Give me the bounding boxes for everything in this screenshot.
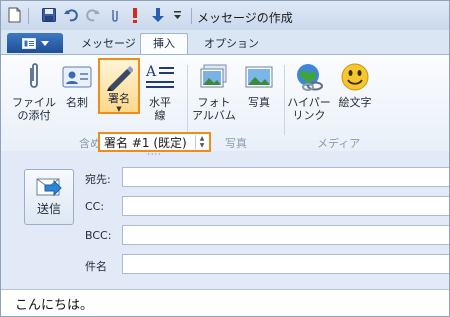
photo-button[interactable]: 写真 [240, 61, 278, 109]
business-card-icon [61, 61, 93, 93]
undo-icon[interactable] [63, 6, 79, 24]
subject-field[interactable] [122, 254, 449, 274]
customize-toolbar-icon[interactable] [171, 6, 183, 24]
cc-field[interactable] [122, 196, 449, 216]
photo-album-button[interactable]: フォト アルバム [191, 61, 237, 122]
cc-label: CC: [85, 200, 105, 213]
photo-album-icon [198, 61, 230, 93]
hyperlink-button[interactable]: ハイパー リンク [286, 61, 332, 122]
toolbar-separator [191, 8, 192, 24]
tab-message[interactable]: メッセージ [79, 34, 138, 53]
spin-arrows-icon[interactable]: ▲ ▼ [195, 135, 208, 149]
file-menu-icon [21, 37, 36, 49]
paperclip-icon[interactable] [109, 6, 121, 24]
signature-button[interactable]: 署名 ▼ [98, 58, 140, 114]
horizontal-line-icon: A [144, 61, 176, 93]
group-label-media: メディア [317, 137, 361, 150]
to-field[interactable] [122, 167, 449, 187]
tab-options[interactable]: オプション [202, 34, 261, 53]
compose-header: 送信 宛先: CC: BCC: 件名 [1, 151, 449, 289]
ribbon-insert: ファイル の添付 名刺 署名 ▼ A 水平 線 フォト アルバム 写真 ハイパー… [1, 54, 449, 152]
file-menu-tab[interactable] [7, 33, 63, 53]
save-icon[interactable] [41, 6, 57, 24]
high-priority-icon[interactable] [129, 6, 141, 24]
window-title: メッセージの作成 [197, 11, 293, 25]
document-icon[interactable] [7, 6, 21, 24]
signature-select[interactable]: 署名 #1 (既定) ▲ ▼ [98, 132, 211, 152]
svg-text:A: A [145, 64, 157, 80]
send-button[interactable]: 送信 [24, 169, 74, 225]
pen-icon [104, 63, 134, 91]
group-label-photos: 写真 [225, 137, 247, 150]
business-card-button[interactable]: 名刺 [57, 61, 97, 109]
redo-icon[interactable] [85, 6, 101, 24]
group-divider [187, 65, 188, 135]
attach-file-button[interactable]: ファイル の添付 [11, 61, 57, 122]
smiley-icon [339, 61, 371, 93]
group-divider [284, 65, 285, 135]
bcc-label: BCC: [85, 229, 112, 242]
to-label: 宛先: [85, 173, 111, 186]
resize-grip[interactable]: ···· [98, 151, 211, 160]
chevron-down-icon [40, 40, 49, 46]
title-bar: メッセージの作成 [1, 1, 449, 30]
low-priority-icon[interactable] [151, 6, 165, 24]
ribbon-tabs: メッセージ 挿入 オプション [1, 30, 449, 55]
compose-window: メッセージの作成 メッセージ 挿入 オプション ファイル の添付 名刺 署名 ▼… [0, 0, 450, 317]
toolbar-separator [28, 8, 29, 24]
send-mail-icon [36, 176, 62, 198]
dropdown-arrow-icon: ▼ [116, 105, 122, 113]
horizontal-line-button[interactable]: A 水平 線 [142, 61, 178, 122]
globe-link-icon [293, 61, 325, 93]
bcc-field[interactable] [122, 225, 449, 245]
photo-icon [243, 61, 275, 93]
message-body-text: こんにちは。 [15, 298, 94, 313]
signature-select-value: 署名 #1 (既定) [104, 135, 187, 150]
message-body[interactable]: こんにちは。 [1, 289, 449, 316]
tab-insert[interactable]: 挿入 [140, 33, 188, 55]
emoji-button[interactable]: 絵文字 [335, 61, 375, 109]
subject-label: 件名 [85, 260, 107, 273]
paperclip-icon [18, 61, 50, 93]
